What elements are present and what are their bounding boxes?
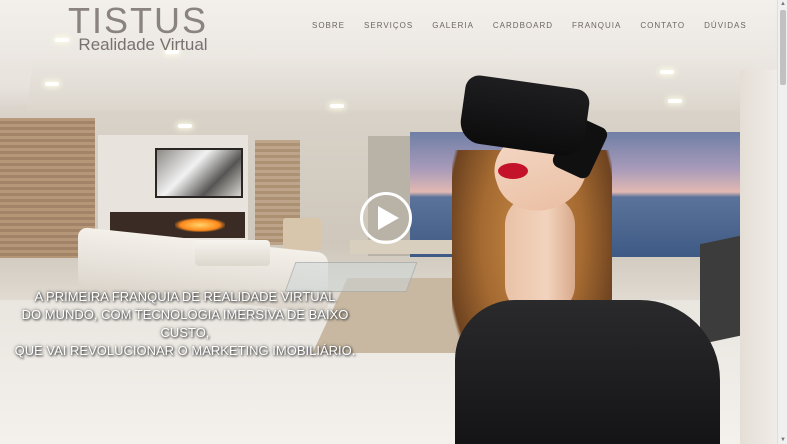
- downlight: [330, 104, 344, 108]
- hero-tagline: A PRIMEIRA FRANQUIA DE REALIDADE VIRTUAL…: [0, 288, 370, 360]
- woman-lips: [498, 163, 528, 179]
- downlight: [55, 38, 69, 42]
- logo-subtitle: Realidade Virtual: [78, 35, 208, 54]
- downlight: [668, 99, 682, 103]
- nav-item-cardboard[interactable]: CARDBOARD: [493, 21, 553, 30]
- tagline-line: DO MUNDO, COM TECNOLOGIA IMERSIVA DE BAI…: [21, 307, 349, 340]
- right-wall: [740, 70, 777, 444]
- tagline-line: A PRIMEIRA FRANQUIA DE REALIDADE VIRTUAL: [34, 289, 336, 304]
- wall-painting: [155, 148, 243, 198]
- main-nav: SOBRE SERVIÇOS GALERIA CARDBOARD FRANQUI…: [312, 21, 766, 30]
- nav-item-sobre[interactable]: SOBRE: [312, 21, 345, 30]
- scroll-up-icon[interactable]: ▲: [780, 1, 786, 7]
- logo-title: TISTUS: [68, 0, 209, 41]
- nav-item-servicos[interactable]: SERVIÇOS: [364, 21, 413, 30]
- site-logo[interactable]: TISTUS Realidade Virtual: [68, 0, 209, 54]
- woman-torso: [455, 300, 720, 444]
- tagline-line: QUE VAI REVOLUCIONAR O MARKETING IMOBILI…: [14, 343, 356, 358]
- downlight: [660, 70, 674, 74]
- ceiling-step: [26, 60, 754, 110]
- play-icon: [378, 206, 399, 230]
- fireplace-flame: [175, 218, 225, 232]
- downlight: [45, 82, 59, 86]
- nav-item-contato[interactable]: CONTATO: [640, 21, 685, 30]
- bench: [350, 240, 460, 254]
- scroll-down-icon[interactable]: ▼: [780, 437, 786, 443]
- tv-stand: [700, 235, 740, 345]
- woman-neck: [505, 195, 575, 315]
- ottoman: [195, 240, 270, 266]
- nav-item-galeria[interactable]: GALERIA: [432, 21, 474, 30]
- downlight: [178, 124, 192, 128]
- nav-item-franquia[interactable]: FRANQUIA: [572, 21, 621, 30]
- play-video-button[interactable]: [360, 192, 412, 244]
- armchair: [283, 218, 321, 250]
- scroll-thumb[interactable]: [780, 10, 786, 85]
- nav-item-duvidas[interactable]: DÚVIDAS: [704, 21, 747, 30]
- page-scrollbar[interactable]: ▲ ▼: [777, 0, 787, 444]
